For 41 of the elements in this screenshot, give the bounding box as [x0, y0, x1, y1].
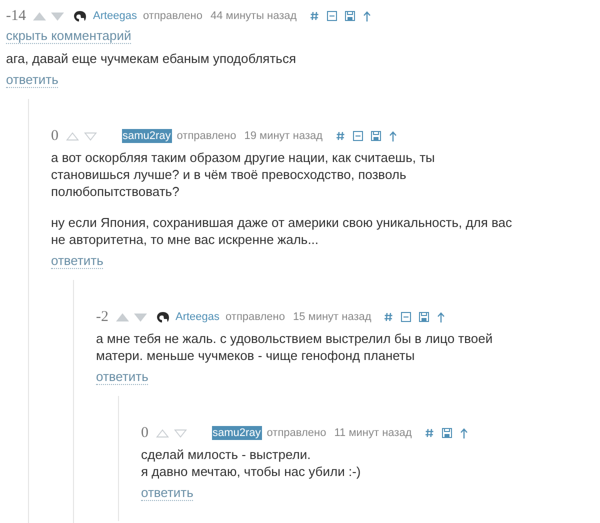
collapse-icon[interactable] — [401, 312, 412, 322]
comment-time: 44 минуты назад — [210, 10, 297, 22]
save-icon[interactable] — [419, 312, 430, 322]
hash-icon[interactable] — [310, 11, 319, 21]
author-link[interactable]: samu2ray — [122, 129, 172, 143]
reply-link[interactable]: ответить — [6, 73, 58, 88]
comment-rating: -14 — [6, 8, 26, 24]
author-link[interactable]: samu2ray — [212, 426, 262, 440]
save-icon[interactable] — [442, 428, 452, 438]
up-arrow-icon[interactable] — [388, 130, 397, 142]
sent-label: отправлено — [176, 130, 236, 142]
reply-link[interactable]: ответить — [141, 486, 194, 501]
save-icon[interactable] — [344, 11, 355, 21]
sent-label: отправлено — [266, 427, 326, 439]
sent-label: отправлено — [143, 10, 202, 22]
comment-text: ага, давай еще чучмекам ебаным уподобляться — [6, 50, 296, 67]
comment-rating: -2 — [96, 308, 108, 326]
reply-link[interactable]: ответить — [51, 254, 104, 269]
hide-comment-link[interactable]: скрыть комментарий — [6, 29, 132, 44]
collapse-icon[interactable] — [326, 11, 337, 21]
up-arrow-icon[interactable] — [437, 312, 446, 322]
comment-rating: 0 — [51, 128, 58, 144]
author-link[interactable]: Arteegas — [92, 9, 138, 23]
comment-time: 11 минут назад — [334, 427, 412, 439]
hash-icon[interactable] — [336, 131, 345, 141]
comment-time: 19 минут назад — [244, 130, 323, 142]
comment-text: а мне тебя не жаль. с удовольствием выстрелил бы в лицо твоей матери. меньше чучмеков - чище генофонд планеты — [96, 330, 493, 364]
reply-link[interactable]: ответить — [96, 370, 148, 385]
author-link[interactable]: Arteegas — [174, 310, 221, 324]
comment-time: 15 минут назад — [292, 311, 372, 323]
comment-text: ну если Япония, сохранившая даже от америки свою уникальность, для вас не авторитетна, то мне вас искренне жаль... — [51, 214, 512, 248]
hash-icon[interactable] — [384, 312, 394, 322]
collapse-icon[interactable] — [352, 131, 363, 141]
sent-label: отправлено — [226, 311, 285, 323]
comment-rating: 0 — [141, 424, 148, 442]
hash-icon[interactable] — [424, 428, 434, 438]
save-icon[interactable] — [370, 131, 381, 141]
comment-text: сделай милость - выстрели. я давно мечтаю, чтобы нас убили :-) — [141, 446, 361, 480]
up-arrow-icon[interactable] — [362, 10, 371, 22]
up-arrow-icon[interactable] — [460, 428, 468, 438]
comment-text: а вот оскорбляя таким образом другие нации, как считаешь, ты становишься лучше? и в чём твоё превосходство, позволь полюбопытствовать? — [51, 149, 435, 200]
